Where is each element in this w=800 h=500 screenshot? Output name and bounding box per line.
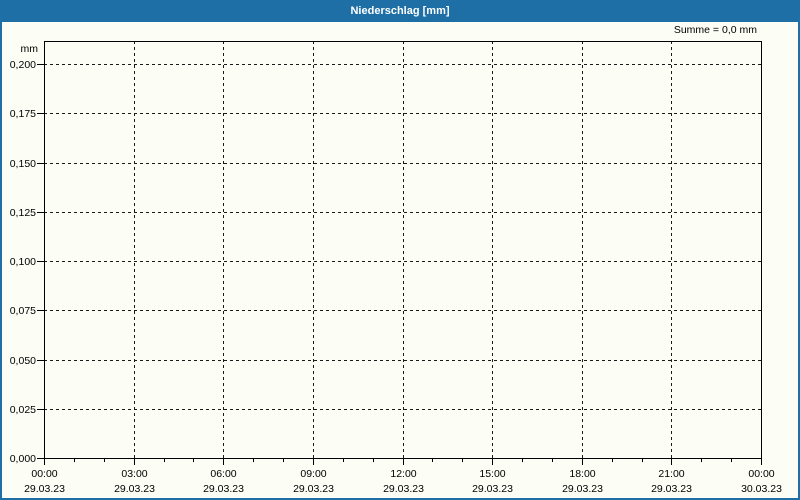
x-date-label: 29.03.23 — [293, 483, 334, 495]
y-tick-label: 0,050 — [10, 355, 36, 367]
x-date-label: 29.03.23 — [472, 483, 513, 495]
y-tick-label: 0,150 — [10, 158, 36, 170]
chart-canvas: 0,000 0,025 0,050 0,075 0,100 0,125 0,150 0,175… — [10, 41, 782, 495]
x-date-label: 30.03.23 — [741, 483, 782, 495]
y-tick-label: 0,100 — [10, 256, 36, 268]
x-date-label: 29.03.23 — [203, 483, 244, 495]
x-date-label: 29.03.23 — [562, 483, 603, 495]
precipitation-chart-window: Niederschlag [mm] Summe = 0,0 mm mm 0,00… — [0, 0, 800, 500]
y-tick-label: 0,200 — [10, 59, 36, 71]
chart-title: Niederschlag [mm] — [350, 5, 450, 17]
y-tick-label: 0,125 — [10, 207, 36, 219]
x-time-label: 18:00 — [569, 468, 595, 480]
x-date-label: 29.03.23 — [383, 483, 424, 495]
y-axis-unit-label: mm — [20, 43, 39, 55]
x-date-label: 29.03.23 — [114, 483, 155, 495]
x-date-label: 29.03.23 — [24, 483, 65, 495]
x-date-label: 29.03.23 — [651, 483, 692, 495]
x-time-label: 12:00 — [390, 468, 416, 480]
x-time-label: 06:00 — [210, 468, 236, 480]
y-tick-label: 0,025 — [10, 404, 36, 416]
x-time-label: 15:00 — [479, 468, 505, 480]
x-time-label: 00:00 — [31, 468, 57, 480]
y-tick-label: 0,075 — [10, 305, 36, 317]
window-title-bar: Niederschlag [mm] — [0, 0, 800, 22]
y-tick-label: 0,000 — [10, 453, 36, 465]
x-time-label: 00:00 — [748, 468, 774, 480]
y-tick-label: 0,175 — [10, 108, 36, 120]
x-time-label: 03:00 — [121, 468, 147, 480]
x-time-label: 09:00 — [300, 468, 326, 480]
sum-annotation: Summe = 0,0 mm — [673, 24, 757, 36]
x-time-label: 21:00 — [658, 468, 684, 480]
